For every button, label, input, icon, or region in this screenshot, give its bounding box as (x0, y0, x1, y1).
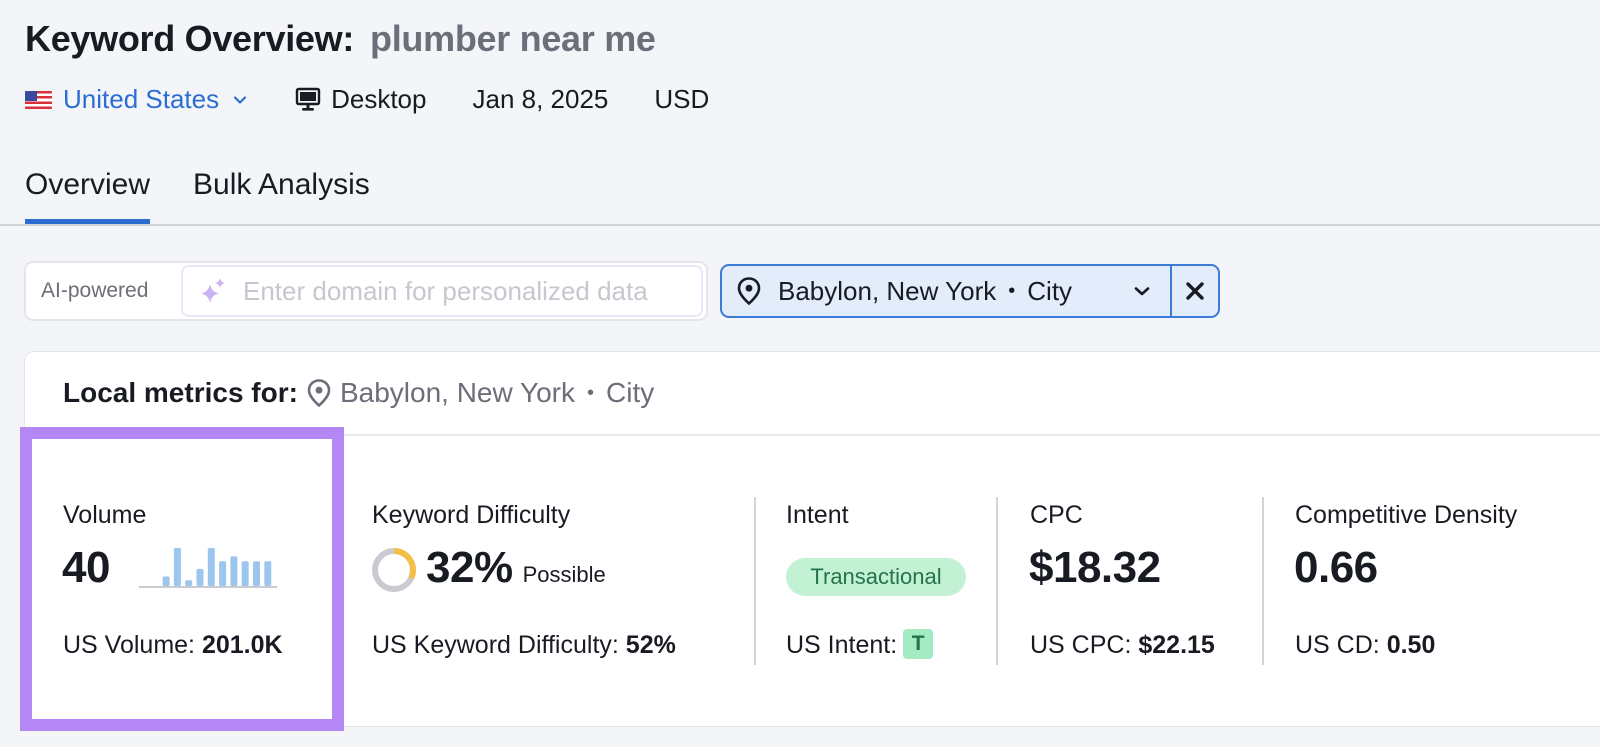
cpc-value: $18.32 (1029, 543, 1161, 592)
us-kd-value: 52% (625, 631, 676, 659)
country-selector[interactable]: United States (25, 84, 247, 115)
kd-ring-fill (393, 548, 416, 580)
sparkline-bar (219, 561, 227, 586)
sparkline-bar (241, 561, 249, 586)
sparkline-bar (185, 580, 193, 586)
page-title: Keyword Overview: plumber near me (25, 18, 656, 60)
sparkline-bar (196, 568, 204, 586)
intent-label: Intent (786, 501, 849, 529)
domain-input-wrapper[interactable] (181, 265, 703, 317)
sparkle-icon (201, 278, 225, 303)
domain-input[interactable] (243, 275, 693, 307)
kd-rating: Possible (522, 562, 606, 587)
tab-bar: Overview Bulk Analysis (0, 160, 1600, 226)
country-label: United States (63, 84, 220, 114)
us-cpc-label: US CPC: (1030, 631, 1132, 659)
location-dropdown[interactable]: Babylon, New York • City (722, 266, 1172, 316)
sparkline-bar (207, 548, 215, 586)
tab-overview[interactable]: Overview (25, 168, 151, 224)
meta-row: United States Desktop Jan 8, 2025 USD (25, 84, 709, 115)
volume-label: Volume (63, 501, 147, 529)
map-pin-icon (307, 379, 331, 408)
metric-divider (1262, 497, 1264, 665)
us-volume-value: 201.0K (201, 631, 283, 659)
sparkline-bar (173, 548, 181, 586)
location-separator: • (1008, 279, 1016, 302)
metric-divider (996, 497, 998, 665)
keyword-text: plumber near me (370, 18, 656, 59)
local-metrics-header: Local metrics for: Babylon, New York • C… (25, 352, 1600, 436)
tab-bulk-analysis[interactable]: Bulk Analysis (193, 168, 370, 202)
cpc-label: CPC (1030, 501, 1083, 529)
chevron-down-icon (233, 95, 247, 104)
intent-badge: Transactional (786, 558, 966, 596)
us-flag-icon (25, 90, 52, 109)
volume-value: 40 (62, 543, 110, 592)
device-indicator: Desktop (295, 84, 426, 115)
local-metrics-label: Local metrics for: (63, 377, 298, 408)
kd-value: 32% (426, 543, 513, 592)
chevron-down-icon (1134, 287, 1150, 296)
metric-divider (754, 497, 756, 665)
kd-value-row: 32% Possible (426, 543, 606, 593)
us-cd-value: 0.50 (1386, 631, 1436, 659)
currency-label: USD (654, 84, 710, 114)
ai-powered-label: AI-powered (41, 279, 149, 302)
cd-label: Competitive Density (1295, 501, 1518, 529)
us-cd: US CD: 0.50 (1295, 631, 1435, 660)
local-metrics-type: City (606, 377, 655, 408)
close-icon (1186, 282, 1204, 300)
ai-domain-box: AI-powered (24, 261, 708, 321)
cd-value: 0.66 (1294, 543, 1378, 592)
desktop-monitor-icon (295, 87, 321, 111)
us-volume-label: US Volume: (63, 631, 196, 659)
map-pin-icon (737, 277, 761, 306)
local-metrics-location: Babylon, New York • City (306, 377, 654, 409)
date-label: Jan 8, 2025 (472, 84, 609, 114)
us-kd: US Keyword Difficulty: 52% (372, 631, 676, 660)
clear-location-button[interactable] (1172, 266, 1218, 316)
us-intent-label: US Intent: (786, 631, 898, 659)
us-cpc-value: $22.15 (1138, 631, 1215, 659)
location-type: City (1027, 275, 1073, 306)
us-kd-label: US Keyword Difficulty: (372, 631, 619, 659)
us-cpc: US CPC: $22.15 (1030, 631, 1215, 660)
us-cd-label: US CD: (1295, 631, 1380, 659)
device-label: Desktop (331, 84, 427, 114)
sparkline-bar (162, 576, 170, 586)
sparkline-bar (264, 561, 272, 586)
volume-trend-sparkline[interactable] (139, 545, 279, 590)
kd-label: Keyword Difficulty (372, 501, 571, 529)
sparkline-bar (230, 556, 238, 586)
local-metrics-separator: • (587, 381, 595, 404)
sparkline-bar (253, 561, 260, 586)
page-title-label: Keyword Overview: (25, 18, 355, 59)
us-intent-badge: T (903, 629, 934, 660)
location-filter: Babylon, New York • City (720, 264, 1220, 318)
us-volume: US Volume: 201.0K (63, 631, 283, 660)
location-place: Babylon, New York (778, 275, 997, 306)
us-intent: US Intent: T (786, 629, 934, 661)
local-metrics-place: Babylon, New York (339, 377, 575, 408)
kd-ring-gauge (372, 548, 416, 592)
